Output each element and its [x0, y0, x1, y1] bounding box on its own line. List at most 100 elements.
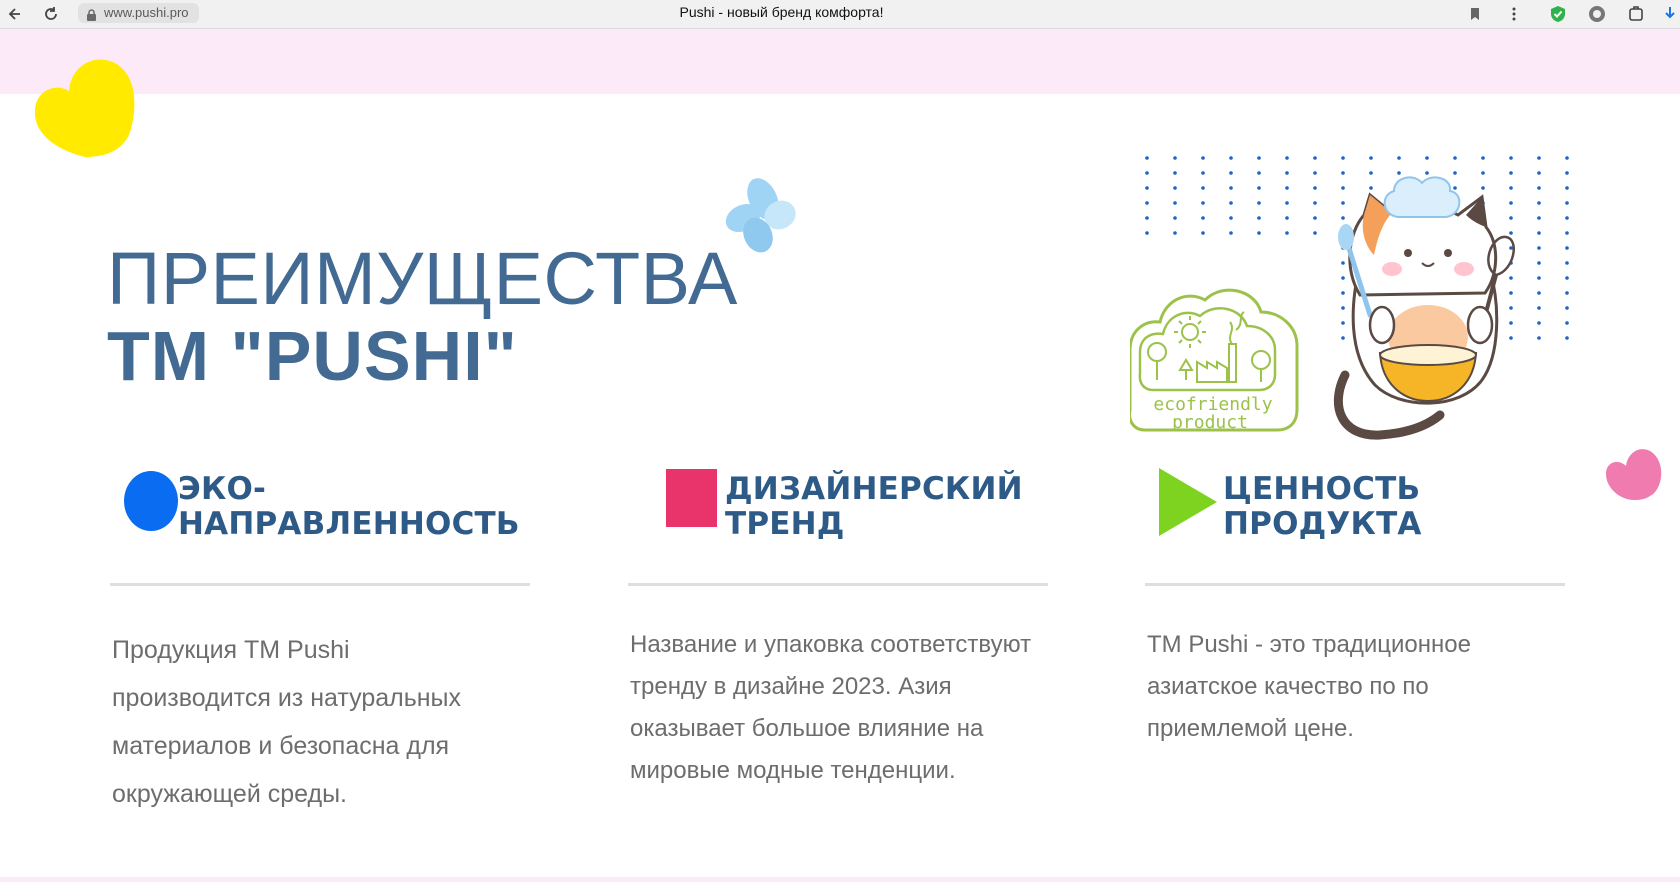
dot — [1481, 186, 1485, 190]
dot — [1369, 171, 1373, 175]
dot — [1537, 291, 1541, 295]
dot — [1313, 216, 1317, 220]
dot — [1257, 156, 1261, 160]
dot — [1201, 156, 1205, 160]
dot — [1565, 231, 1569, 235]
dot — [1145, 231, 1149, 235]
dot — [1285, 186, 1289, 190]
download-icon[interactable] — [1662, 3, 1680, 25]
dot — [1509, 186, 1513, 190]
dot — [1285, 171, 1289, 175]
lock-icon — [86, 7, 97, 27]
dot — [1537, 276, 1541, 280]
extension-circle-icon[interactable] — [1586, 3, 1608, 25]
dot — [1509, 246, 1513, 250]
shield-extension-icon[interactable] — [1547, 3, 1569, 25]
dot — [1173, 231, 1177, 235]
dot — [1313, 171, 1317, 175]
green-triangle-icon — [1159, 468, 1217, 536]
dot — [1257, 216, 1261, 220]
dot — [1369, 186, 1373, 190]
dot — [1341, 336, 1345, 340]
dot — [1397, 156, 1401, 160]
dot — [1537, 216, 1541, 220]
dot — [1313, 201, 1317, 205]
dot — [1145, 216, 1149, 220]
hero-illustration: ecofriendly product — [1130, 156, 1569, 440]
dot — [1425, 156, 1429, 160]
dot — [1509, 156, 1513, 160]
page-title-line1: ПРЕИМУЩЕСТВА — [107, 237, 738, 320]
dot — [1229, 231, 1233, 235]
feature-title: ДИЗАЙНЕРСКИЙ ТРЕНД — [725, 471, 1023, 542]
feature-divider — [1145, 583, 1565, 586]
yellow-heart-icon — [34, 59, 135, 157]
dot — [1341, 171, 1345, 175]
dot — [1509, 276, 1513, 280]
dot — [1565, 261, 1569, 265]
top-pink-band — [0, 29, 1680, 94]
back-icon[interactable] — [5, 3, 27, 25]
dot — [1509, 306, 1513, 310]
dot — [1537, 186, 1541, 190]
dot — [1537, 246, 1541, 250]
dot — [1509, 291, 1513, 295]
dot — [1565, 321, 1569, 325]
pink-heart-icon — [1606, 449, 1662, 500]
dot — [1285, 231, 1289, 235]
dot — [1145, 156, 1149, 160]
dot — [1313, 156, 1317, 160]
blue-circle-icon — [124, 471, 178, 531]
feature-description: Название и упаковка соответствуют тренду… — [630, 631, 1032, 784]
feature-title: ЦЕННОСТЬ ПРОДУКТА — [1223, 471, 1422, 542]
address-bar[interactable]: www.pushi.pro — [78, 3, 199, 23]
dot — [1341, 321, 1345, 325]
page-title-line2: ТМ "PUSHI" — [107, 317, 518, 395]
dot — [1145, 186, 1149, 190]
dot — [1229, 186, 1233, 190]
dot — [1201, 216, 1205, 220]
dot — [1173, 201, 1177, 205]
dot — [1537, 306, 1541, 310]
dot — [1229, 216, 1233, 220]
dot — [1565, 201, 1569, 205]
dot — [1201, 171, 1205, 175]
dot — [1537, 261, 1541, 265]
more-menu-icon[interactable] — [1503, 3, 1525, 25]
dot — [1509, 336, 1513, 340]
dot — [1537, 231, 1541, 235]
dot — [1285, 216, 1289, 220]
feature-title: ЭКО- НАПРАВЛЕННОСТЬ — [178, 471, 520, 542]
tab-title: Pushi - новый бренд комфорта! — [679, 4, 884, 20]
dot — [1565, 246, 1569, 250]
dot — [1285, 201, 1289, 205]
bottom-pink-band — [0, 877, 1680, 882]
dot — [1341, 156, 1345, 160]
dot — [1145, 201, 1149, 205]
dot — [1565, 171, 1569, 175]
dot — [1481, 156, 1485, 160]
dot — [1313, 186, 1317, 190]
bookmark-icon[interactable] — [1464, 3, 1486, 25]
dot — [1201, 186, 1205, 190]
url-text: www.pushi.pro — [104, 5, 189, 20]
dot — [1341, 306, 1345, 310]
dot — [1509, 216, 1513, 220]
feature-description: Продукция ТМ Pushi производится из натур… — [112, 636, 462, 808]
badge-line2: product — [1172, 412, 1248, 433]
dot — [1537, 171, 1541, 175]
dot — [1173, 156, 1177, 160]
dot — [1537, 156, 1541, 160]
dot — [1341, 201, 1345, 205]
dot — [1173, 216, 1177, 220]
extensions-puzzle-icon[interactable] — [1625, 3, 1647, 25]
reload-icon[interactable] — [40, 3, 62, 25]
pink-square-icon — [666, 469, 717, 527]
dot — [1537, 201, 1541, 205]
dot — [1397, 171, 1401, 175]
dot — [1145, 171, 1149, 175]
dot — [1341, 261, 1345, 265]
dot — [1565, 306, 1569, 310]
dot — [1537, 321, 1541, 325]
dot — [1509, 231, 1513, 235]
